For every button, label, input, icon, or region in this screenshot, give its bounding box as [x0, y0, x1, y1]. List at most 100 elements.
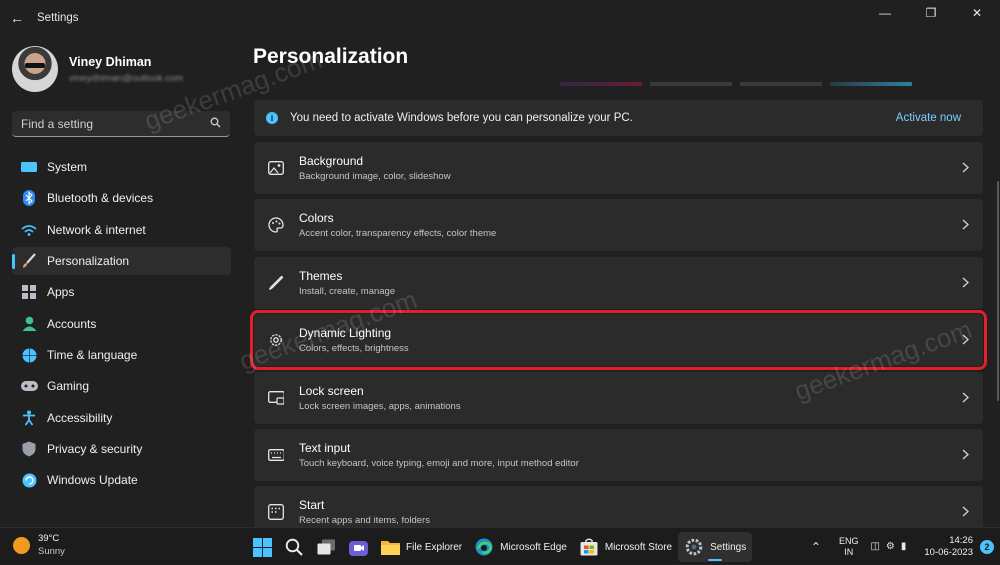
sidebar-item-windows-update[interactable]: Windows Update: [12, 466, 231, 494]
window-title: Settings: [37, 12, 79, 24]
sidebar-item-label: Gaming: [47, 379, 90, 394]
sidebar-item-gaming[interactable]: Gaming: [12, 372, 231, 400]
sidebar-item-label: System: [47, 160, 88, 174]
clock[interactable]: 14:26 10-06-2023: [924, 535, 973, 559]
weather-condition: Sunny: [38, 546, 65, 557]
taskbar-app-settings-gear[interactable]: Settings: [678, 532, 753, 562]
palette-icon: [268, 217, 284, 234]
windows-start-icon: [252, 537, 272, 557]
lock-screen-icon: [268, 390, 284, 406]
theme-preview-strip: [560, 82, 912, 86]
brush-icon: [20, 253, 38, 269]
sidebar-item-label: Windows Update: [47, 473, 138, 488]
sidebar-item-label: Personalization: [47, 254, 130, 269]
notice-text: You need to activate Windows before you …: [290, 112, 633, 124]
globe-icon: [20, 347, 38, 363]
card-title: Text input: [299, 440, 351, 455]
avatar: [12, 46, 58, 92]
card-lock-screen[interactable]: Lock screen Lock screen images, apps, ani…: [254, 371, 983, 424]
sidebar-item-label: Network & internet: [47, 222, 146, 237]
clock-date: 10-06-2023: [924, 546, 973, 558]
sidebar-item-network-internet[interactable]: Network & internet: [12, 216, 231, 244]
taskbar-app-folder[interactable]: File Explorer: [374, 532, 468, 562]
sidebar-item-system[interactable]: System: [12, 153, 231, 181]
search-placeholder: Find a setting: [21, 116, 94, 131]
picture-icon: [268, 160, 284, 176]
card-title: Dynamic Lighting: [299, 326, 392, 341]
close-icon[interactable]: ✕: [954, 0, 1000, 26]
card-subtitle: Colors, effects, brightness: [299, 343, 409, 355]
taskbar-app-label: Microsoft Store: [604, 541, 673, 553]
taskbar-app-search[interactable]: [278, 532, 310, 562]
card-text-input[interactable]: Text input Touch keyboard, voice typing, …: [254, 428, 983, 481]
shield-icon: [20, 441, 38, 457]
search-icon[interactable]: [210, 117, 221, 131]
apps-icon: [20, 284, 38, 300]
card-subtitle: Touch keyboard, voice typing, emoji and …: [299, 457, 579, 469]
taskbar-app-label: Microsoft Edge: [500, 541, 567, 553]
taskbar-app-task-view[interactable]: [310, 532, 342, 562]
lang-code: ENG: [838, 535, 859, 546]
activate-now-link[interactable]: Activate now: [896, 112, 961, 124]
back-arrow-icon[interactable]: ←: [0, 10, 34, 26]
card-subtitle: Background image, color, slideshow: [299, 171, 451, 182]
chevron-right-icon: [962, 504, 970, 520]
card-title: Background: [299, 154, 364, 168]
profile-email: vineydhiman@outlook.com: [69, 72, 184, 84]
chevron-right-icon: [962, 160, 970, 176]
taskbar-app-windows-start[interactable]: [246, 532, 278, 562]
sidebar-item-personalization[interactable]: Personalization: [12, 247, 231, 276]
taskbar-app-edge[interactable]: Microsoft Edge: [468, 532, 573, 562]
sidebar-nav: System Bluetooth & devices Network & inter…: [12, 153, 231, 498]
taskbar-app-meet[interactable]: [342, 532, 374, 562]
sidebar-item-label: Accounts: [47, 316, 97, 331]
sidebar-item-accounts[interactable]: Accounts: [12, 310, 231, 338]
card-subtitle: Lock screen images, apps, animations: [299, 400, 461, 412]
minimize-icon[interactable]: —: [862, 0, 908, 26]
language-indicator[interactable]: ENG IN: [839, 536, 859, 558]
keyboard-icon: [268, 447, 284, 463]
chevron-up-icon[interactable]: ⌃: [811, 540, 821, 554]
accessibility-icon: [20, 410, 38, 426]
settings-cards: Background Background image, color, slide…: [250, 142, 987, 544]
weather-widget[interactable]: 39°C Sunny: [13, 533, 65, 557]
sidebar-item-time-language[interactable]: Time & language: [12, 341, 231, 369]
sidebar-item-apps[interactable]: Apps: [12, 278, 231, 306]
system-status-icons[interactable]: ◫⚙▮: [870, 541, 912, 552]
accounts-icon: [20, 316, 38, 332]
search-input[interactable]: Find a setting: [12, 111, 230, 137]
wifi-icon: [20, 222, 38, 238]
weather-temp: 39°C: [38, 533, 60, 544]
card-title: Colors: [299, 211, 334, 226]
sidebar-item-label: Bluetooth & devices: [47, 191, 154, 206]
card-title: Themes: [299, 268, 343, 283]
settings-window: ← Settings — ❐ ✕ Viney Dhiman vineydhima…: [0, 0, 1000, 539]
card-themes[interactable]: Themes Install, create, manage: [254, 256, 983, 309]
sidebar-item-accessibility[interactable]: Accessibility: [12, 404, 231, 432]
sidebar-item-privacy-security[interactable]: Privacy & security: [12, 435, 231, 463]
card-title: Start: [299, 498, 325, 513]
notification-badge[interactable]: 2: [980, 539, 994, 554]
taskbar-apps: File Explorer Microsoft Edge Microsoft Sto…: [246, 532, 753, 562]
profile[interactable]: Viney Dhiman vineydhiman@outlook.com: [12, 46, 183, 92]
sidebar-item-label: Accessibility: [47, 410, 113, 425]
card-colors[interactable]: Colors Accent color, transparency effects…: [254, 199, 983, 252]
edge-icon: [474, 537, 494, 557]
card-subtitle: Install, create, manage: [299, 285, 396, 297]
chevron-right-icon: [962, 332, 970, 348]
card-dynamic-lighting[interactable]: Dynamic Lighting Colors, effects, brightn…: [250, 310, 987, 371]
lang-region: IN: [844, 546, 854, 557]
taskbar: 39°C Sunny File Explorer Microsoft Edge Mi…: [0, 527, 1000, 564]
page-title: Personalization: [253, 45, 409, 68]
maximize-icon[interactable]: ❐: [908, 0, 954, 26]
sun-icon: [13, 536, 30, 554]
sidebar-item-bluetooth-devices[interactable]: Bluetooth & devices: [12, 184, 231, 212]
chevron-right-icon: [962, 390, 970, 406]
taskbar-app-label: File Explorer: [406, 541, 463, 553]
chevron-right-icon: [962, 447, 970, 463]
update-icon: [20, 472, 38, 488]
taskbar-app-label: Settings: [710, 541, 747, 553]
scrollbar[interactable]: [997, 181, 999, 401]
taskbar-app-store[interactable]: Microsoft Store: [573, 532, 678, 562]
card-background[interactable]: Background Background image, color, slide…: [254, 142, 983, 194]
